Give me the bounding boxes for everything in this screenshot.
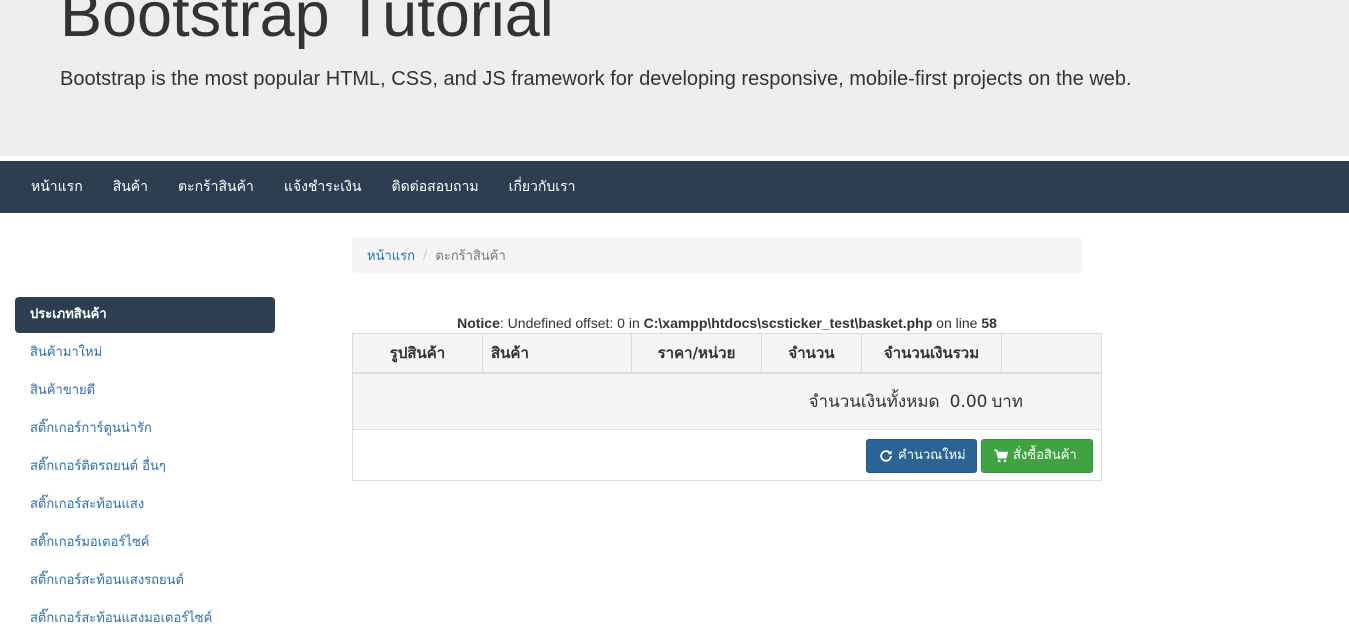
nav-item-home[interactable]: หน้าแรก: [16, 161, 98, 213]
nav-item-about[interactable]: เกี่ยวกับเรา: [494, 161, 591, 213]
category-item-reflective-motorcycle[interactable]: สติ๊กเกอร์สะท้อนแสงมอเตอร์ไซค์: [15, 600, 275, 638]
page-lead: Bootstrap is the most popular HTML, CSS,…: [60, 68, 1132, 90]
notice-line: 58: [981, 315, 997, 331]
breadcrumb-current: ตะกร้าสินค้า: [435, 248, 506, 264]
column-header-quantity: จำนวน: [762, 334, 862, 372]
column-header-subtotal: จำนวนเงินรวม: [862, 334, 1002, 372]
column-header-unit-price: ราคา/หน่วย: [632, 334, 762, 372]
total-amount: 0.00: [949, 392, 988, 412]
cart-table: รูปสินค้า สินค้า ราคา/หน่วย จำนวน จำนวนเ…: [352, 333, 1102, 481]
column-header-image: รูปสินค้า: [353, 334, 483, 372]
category-item-motorcycle[interactable]: สติ๊กเกอร์มอเตอร์ไซค์: [15, 524, 275, 562]
jumbotron: Bootstrap Tutorial Bootstrap is the most…: [0, 0, 1349, 156]
category-list: สินค้ามาใหม่ สินค้าขายดี สติ๊กเกอร์การ์ต…: [15, 334, 275, 638]
total-currency: บาท: [991, 392, 1023, 412]
notice-message-a: : Undefined offset: 0 in: [499, 315, 644, 331]
nav-item-contact[interactable]: ติดต่อสอบถาม: [377, 161, 494, 213]
category-item-bestseller[interactable]: สินค้าขายดี: [15, 372, 275, 410]
page-title: Bootstrap Tutorial: [60, 0, 554, 50]
breadcrumb-home-link[interactable]: หน้าแรก: [367, 245, 415, 266]
category-header: ประเภทสินค้า: [15, 297, 275, 333]
category-item-new[interactable]: สินค้ามาใหม่: [15, 334, 275, 372]
notice-label: Notice: [457, 315, 500, 331]
php-notice: Notice: Undefined offset: 0 in C:\xampp\…: [352, 314, 1102, 332]
order-button[interactable]: สั่งซื้อสินค้า: [981, 439, 1093, 473]
cart-actions: คำนวณใหม่ สั่งซื้อสินค้า: [353, 431, 1101, 481]
nav-item-payment-notify[interactable]: แจ้งชำระเงิน: [269, 161, 377, 213]
category-item-reflective[interactable]: สติ๊กเกอร์สะท้อนแสง: [15, 486, 275, 524]
notice-message-b: on line: [932, 315, 982, 331]
cart-table-header: รูปสินค้า สินค้า ราคา/หน่วย จำนวน จำนวนเ…: [353, 334, 1101, 374]
nav-item-products[interactable]: สินค้า: [98, 161, 163, 213]
column-header-action: [1002, 334, 1101, 372]
category-item-car-other[interactable]: สติ๊กเกอร์ติดรถยนต์ อื่นๆ: [15, 448, 275, 486]
notice-path: C:\xampp\htdocs\scsticker_test\basket.ph…: [643, 315, 933, 331]
recalculate-button[interactable]: คำนวณใหม่: [866, 439, 977, 473]
category-item-cartoon[interactable]: สติ๊กเกอร์การ์ตูนน่ารัก: [15, 410, 275, 448]
category-item-reflective-car[interactable]: สติ๊กเกอร์สะท้อนแสงรถยนต์: [15, 562, 275, 600]
breadcrumb-separator: /: [423, 247, 428, 263]
nav-item-cart[interactable]: ตะกร้าสินค้า: [163, 161, 269, 213]
recalculate-label: คำนวณใหม่: [898, 448, 966, 463]
refresh-icon: [880, 450, 892, 462]
main-navbar: หน้าแรก สินค้า ตะกร้าสินค้า แจ้งชำระเงิน…: [0, 161, 1349, 213]
total-label: จำนวนเงินทั้งหมด: [808, 392, 940, 412]
cart-total-row: จำนวนเงินทั้งหมด 0.00 บาท: [353, 374, 1101, 430]
shopping-cart-icon: [994, 449, 1008, 463]
breadcrumb: หน้าแรก / ตะกร้าสินค้า: [352, 237, 1082, 273]
column-header-product: สินค้า: [483, 334, 632, 372]
cart-total: จำนวนเงินทั้งหมด 0.00 บาท: [809, 374, 1033, 430]
order-label: สั่งซื้อสินค้า: [1013, 448, 1077, 463]
